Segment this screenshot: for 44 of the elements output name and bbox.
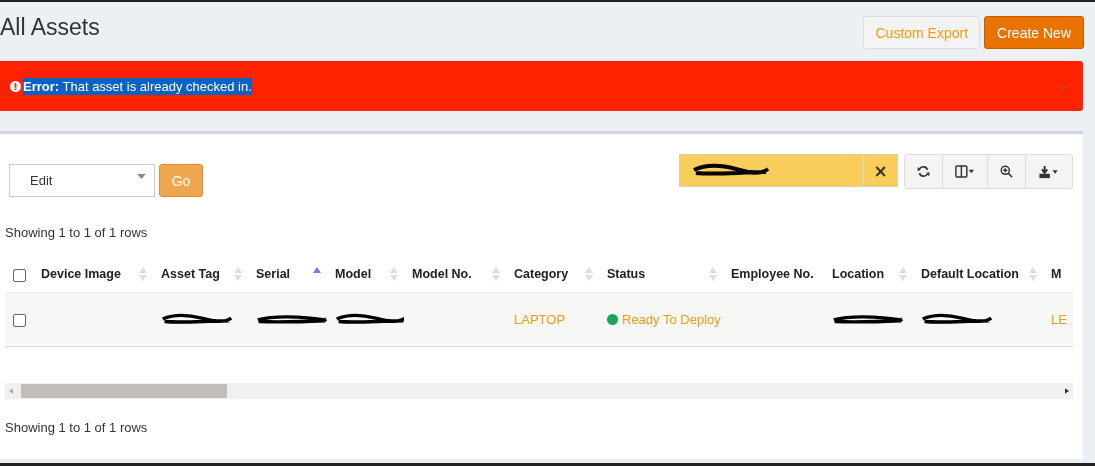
redaction-scribble <box>832 313 904 325</box>
column-header[interactable]: M <box>1051 267 1062 282</box>
error-message: Error: That asset is already checked in. <box>23 77 252 95</box>
column-header[interactable]: Device Image <box>41 267 121 282</box>
scroll-right-icon[interactable] <box>1065 387 1069 394</box>
sort-icon[interactable] <box>585 267 593 282</box>
redaction-scribble <box>161 313 233 325</box>
column-header[interactable]: Category <box>514 267 569 282</box>
redaction-scribble <box>256 313 327 325</box>
column-header[interactable]: Status <box>607 267 646 282</box>
pagination-summary: Showing 1 to 1 of 1 rows <box>5 419 149 435</box>
column-header[interactable]: Location <box>832 267 885 282</box>
column-header[interactable]: Model <box>335 267 372 282</box>
column-header[interactable]: Model No. <box>412 267 472 282</box>
refresh-icon <box>917 165 930 178</box>
zoom-in-icon <box>1000 165 1013 178</box>
page-title: All Assets <box>0 14 100 41</box>
column-header[interactable]: Asset Tag <box>161 267 220 282</box>
download-button[interactable] <box>1025 155 1072 188</box>
download-icon <box>1038 164 1060 179</box>
columns-icon <box>955 165 975 178</box>
close-icon[interactable] <box>1058 84 1067 94</box>
redaction-scribble <box>921 313 993 325</box>
sort-icon[interactable] <box>139 267 147 282</box>
sort-icon[interactable] <box>899 267 907 282</box>
sort-icon[interactable] <box>492 267 500 282</box>
exclamation-icon <box>10 80 21 92</box>
column-header[interactable]: Employee No. <box>731 267 814 282</box>
clear-search-button[interactable]: × <box>863 154 898 187</box>
sort-icon[interactable] <box>234 267 242 282</box>
horizontal-scrollbar[interactable] <box>5 382 1073 399</box>
sort-icon[interactable] <box>1029 267 1037 282</box>
pagination-summary: Showing 1 to 1 of 1 rows <box>5 225 149 240</box>
search-field[interactable] <box>679 154 863 187</box>
column-header[interactable]: Serial <box>256 267 291 282</box>
sort-icon[interactable] <box>709 267 717 282</box>
bulk-action-select[interactable]: Edit <box>9 164 155 197</box>
sort-icon[interactable] <box>390 267 398 282</box>
row-checkbox[interactable] <box>13 313 26 327</box>
scroll-left-icon[interactable] <box>9 387 13 394</box>
redaction-scribble <box>335 313 404 325</box>
select-all-checkbox[interactable] <box>13 268 26 282</box>
column-header[interactable]: Default Location <box>921 267 1019 282</box>
caret-icon <box>137 174 146 179</box>
